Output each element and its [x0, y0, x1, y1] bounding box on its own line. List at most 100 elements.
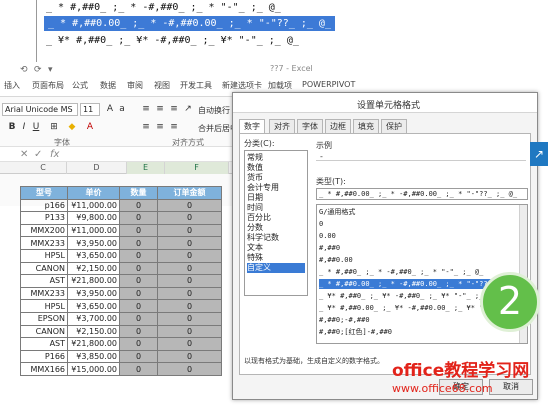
category-item[interactable]: 特殊	[247, 253, 305, 263]
category-item[interactable]: 自定义	[247, 263, 305, 273]
tab-review[interactable]: 审阅	[127, 80, 143, 91]
quick-access-icon[interactable]: ⟲	[20, 65, 28, 75]
price-cell[interactable]: ¥21,800.00	[67, 274, 120, 288]
customize-icon[interactable]: ▾	[48, 65, 53, 75]
border-icon[interactable]: ⊞	[48, 121, 60, 133]
amount-cell[interactable]: 0	[157, 349, 222, 364]
tab-data[interactable]: 数据	[100, 80, 116, 91]
category-item[interactable]: 科学记数	[247, 233, 305, 243]
format-item[interactable]: #,##0	[319, 243, 519, 253]
tab-number[interactable]: 数字	[239, 119, 265, 134]
quantity-cell[interactable]: 0	[119, 223, 158, 238]
tab-view[interactable]: 视图	[154, 80, 170, 91]
format-item[interactable]: 0	[319, 219, 519, 229]
quantity-cell[interactable]: 0	[119, 349, 158, 364]
header-amount[interactable]: 订单金额	[157, 186, 222, 200]
type-input[interactable]: _ * #,##0.00_ ;_ * -#,##0.00_ ;_ * "-"??…	[316, 188, 528, 200]
model-cell[interactable]: P133	[20, 211, 68, 225]
quantity-cell[interactable]: 0	[119, 362, 158, 376]
font-size-select[interactable]: 11	[80, 103, 100, 116]
grow-font-icon[interactable]: A	[104, 103, 116, 115]
column-header-c[interactable]: C	[20, 162, 67, 174]
tab-page-layout[interactable]: 页面布局	[32, 80, 64, 91]
model-cell[interactable]: HP5L	[20, 248, 68, 263]
format-item[interactable]: G/通用格式	[319, 207, 519, 217]
italic-button[interactable]: I	[18, 121, 30, 133]
align-bottom-icon[interactable]: ≡	[168, 103, 180, 115]
model-cell[interactable]: CANON	[20, 261, 68, 276]
quantity-cell[interactable]: 0	[119, 198, 158, 213]
font-name-select[interactable]: Arial Unicode MS	[2, 103, 78, 116]
price-cell[interactable]: ¥11,000.00	[67, 198, 120, 213]
category-item[interactable]: 货币	[247, 173, 305, 183]
model-cell[interactable]: p166	[20, 198, 68, 213]
category-item[interactable]: 常规	[247, 153, 305, 163]
fill-color-icon[interactable]: ◆	[66, 121, 78, 133]
format-item[interactable]: #,##0.00	[319, 255, 519, 265]
quantity-cell[interactable]: 0	[119, 299, 158, 313]
align-right-icon[interactable]: ≡	[168, 121, 180, 133]
fx-icon[interactable]: fx	[50, 149, 59, 160]
bold-button[interactable]: B	[6, 121, 18, 133]
price-cell[interactable]: ¥15,000.00	[67, 362, 120, 376]
header-quantity[interactable]: 数量	[119, 186, 158, 200]
underline-button[interactable]: U	[30, 121, 42, 133]
amount-cell[interactable]: 0	[157, 248, 222, 263]
align-left-icon[interactable]: ≡	[140, 121, 152, 133]
wrap-text-button[interactable]: 自动换行	[198, 105, 230, 116]
redo-icon[interactable]: ⟳	[34, 65, 42, 75]
quantity-cell[interactable]: 0	[119, 274, 158, 288]
align-center-icon[interactable]: ≡	[154, 121, 166, 133]
amount-cell[interactable]: 0	[157, 223, 222, 238]
header-model[interactable]: 型号	[20, 186, 68, 200]
tab-border[interactable]: 边框	[325, 119, 351, 133]
align-top-icon[interactable]: ≡	[140, 103, 152, 115]
amount-cell[interactable]: 0	[157, 198, 222, 213]
price-cell[interactable]: ¥3,650.00	[67, 248, 120, 263]
quantity-cell[interactable]: 0	[119, 211, 158, 225]
format-item[interactable]: 0.00	[319, 231, 519, 241]
tab-protection[interactable]: 保护	[381, 119, 407, 133]
font-color-icon[interactable]: A	[84, 121, 96, 133]
amount-cell[interactable]: 0	[157, 299, 222, 313]
price-cell[interactable]: ¥2,150.00	[67, 261, 120, 276]
tab-font[interactable]: 字体	[297, 119, 323, 133]
format-item[interactable]: #,##0;[红色]-#,##0	[319, 327, 519, 337]
price-cell[interactable]: ¥11,000.00	[67, 223, 120, 238]
price-cell[interactable]: ¥3,950.00	[67, 236, 120, 250]
category-item[interactable]: 数值	[247, 163, 305, 173]
amount-cell[interactable]: 0	[157, 261, 222, 276]
category-item[interactable]: 百分比	[247, 213, 305, 223]
model-cell[interactable]: MMX233	[20, 236, 68, 250]
price-cell[interactable]: ¥3,950.00	[67, 286, 120, 301]
category-item[interactable]: 时间	[247, 203, 305, 213]
tab-new[interactable]: 新建选项卡	[222, 80, 262, 91]
quantity-cell[interactable]: 0	[119, 236, 158, 250]
align-middle-icon[interactable]: ≡	[154, 103, 166, 115]
amount-cell[interactable]: 0	[157, 211, 222, 225]
cancel-icon[interactable]: ✕	[20, 149, 28, 160]
column-header-e[interactable]: E	[127, 162, 165, 174]
price-cell[interactable]: ¥2,150.00	[67, 324, 120, 339]
quantity-cell[interactable]: 0	[119, 248, 158, 263]
amount-cell[interactable]: 0	[157, 286, 222, 301]
price-cell[interactable]: ¥3,700.00	[67, 311, 120, 326]
tab-fill[interactable]: 填充	[353, 119, 379, 133]
orientation-icon[interactable]: ↗	[182, 103, 194, 115]
tab-addins[interactable]: 加载项	[268, 80, 292, 91]
quantity-cell[interactable]: 0	[119, 337, 158, 351]
price-cell[interactable]: ¥9,800.00	[67, 211, 120, 225]
amount-cell[interactable]: 0	[157, 337, 222, 351]
model-cell[interactable]: AST	[20, 274, 68, 288]
quantity-cell[interactable]: 0	[119, 324, 158, 339]
column-header-f[interactable]: F	[165, 162, 229, 174]
tab-insert[interactable]: 插入	[4, 80, 20, 91]
category-item[interactable]: 会计专用	[247, 183, 305, 193]
amount-cell[interactable]: 0	[157, 274, 222, 288]
model-cell[interactable]: CANON	[20, 324, 68, 339]
model-cell[interactable]: MMX166	[20, 362, 68, 376]
price-cell[interactable]: ¥3,650.00	[67, 299, 120, 313]
tab-alignment[interactable]: 对齐	[269, 119, 295, 133]
enter-icon[interactable]: ✓	[34, 149, 42, 160]
category-item[interactable]: 分数	[247, 223, 305, 233]
